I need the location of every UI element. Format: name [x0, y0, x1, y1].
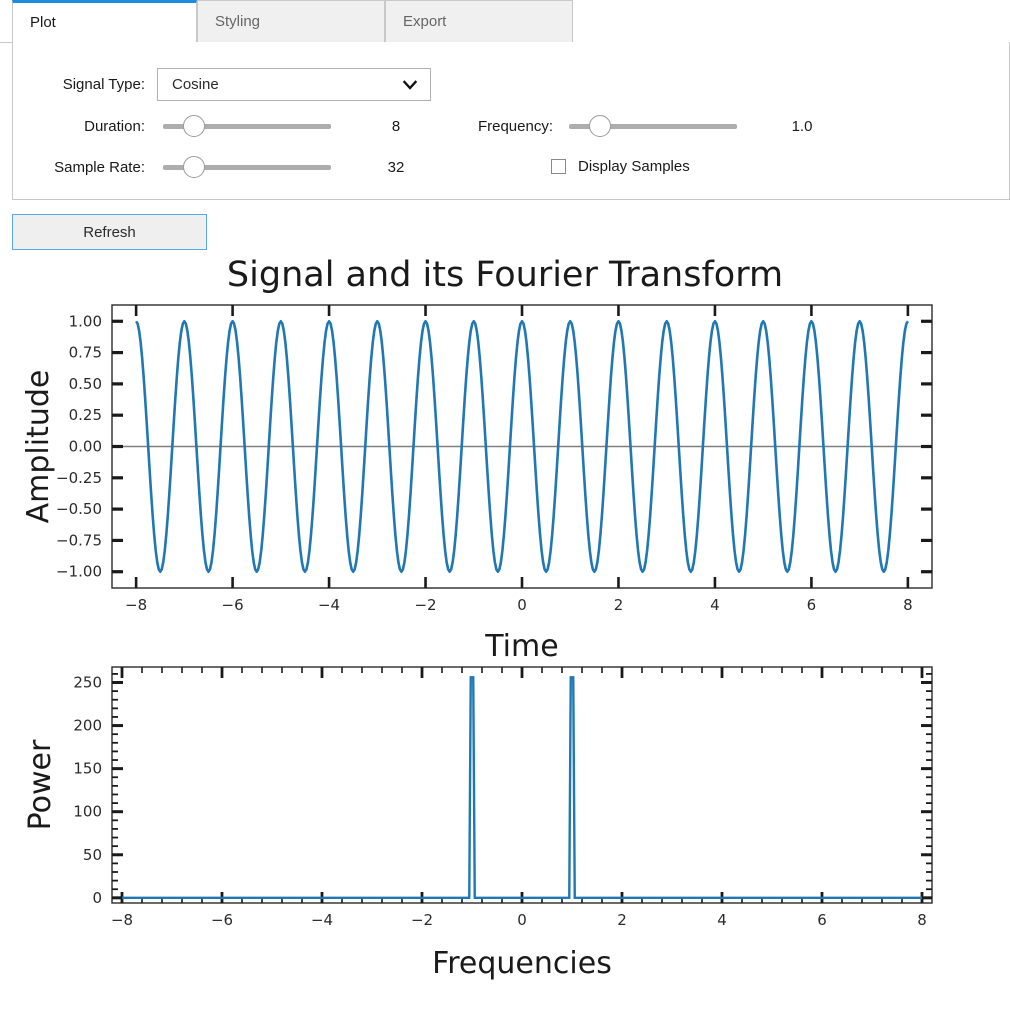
- svg-text:2: 2: [614, 596, 624, 614]
- tab-styling-label: Styling: [215, 13, 261, 30]
- svg-text:0: 0: [517, 596, 527, 614]
- refresh-button[interactable]: Refresh: [12, 214, 207, 250]
- signal-type-row: Signal Type: Cosine: [49, 68, 431, 101]
- svg-text:−4: −4: [311, 911, 333, 929]
- display-samples-checkbox[interactable]: Display Samples: [551, 158, 690, 175]
- tab-export-label: Export: [403, 13, 447, 30]
- refresh-button-label: Refresh: [83, 223, 136, 241]
- svg-text:−2: −2: [411, 911, 433, 929]
- figure-container: Signal and its Fourier Transform 1.00 0.7…: [0, 255, 1010, 1032]
- svg-text:250: 250: [73, 674, 102, 692]
- sample-rate-slider[interactable]: [163, 156, 331, 178]
- svg-text:4: 4: [717, 911, 727, 929]
- svg-text:8: 8: [917, 911, 927, 929]
- svg-text:0.50: 0.50: [69, 375, 102, 393]
- duration-slider[interactable]: [163, 115, 331, 137]
- checkbox-icon[interactable]: [551, 159, 566, 174]
- svg-text:−2: −2: [414, 596, 436, 614]
- sample-rate-slider-knob[interactable]: [183, 156, 206, 178]
- tab-export[interactable]: Export: [385, 0, 573, 42]
- svg-text:−0.25: −0.25: [56, 469, 102, 487]
- duration-row: Duration: 8: [49, 115, 419, 137]
- duration-label: Duration:: [84, 117, 145, 135]
- display-samples-label: Display Samples: [578, 158, 690, 175]
- tab-plot-label: Plot: [30, 14, 56, 31]
- svg-text:200: 200: [73, 717, 102, 735]
- svg-text:0.00: 0.00: [69, 438, 102, 456]
- svg-text:1.00: 1.00: [69, 312, 102, 330]
- svg-text:150: 150: [73, 760, 102, 778]
- svg-text:0: 0: [92, 889, 102, 907]
- power-xlabel: Frequencies: [432, 946, 612, 981]
- svg-text:−4: −4: [318, 596, 340, 614]
- svg-text:−8: −8: [125, 596, 147, 614]
- svg-text:8: 8: [903, 596, 913, 614]
- power-spectrum-chart: −8 −6 −4 −2 0 2 4 6 8 0 50 100 150 200 250 Power Frequen…: [23, 666, 933, 981]
- svg-text:0: 0: [517, 911, 527, 929]
- signal-type-select[interactable]: Cosine: [157, 68, 431, 101]
- svg-text:4: 4: [710, 596, 720, 614]
- controls-panel: Signal Type: Cosine Duration: 8 Frequenc…: [12, 42, 1010, 200]
- svg-text:0.75: 0.75: [69, 344, 102, 362]
- figure-title: Signal and its Fourier Transform: [226, 255, 784, 295]
- svg-text:−8: −8: [111, 911, 133, 929]
- signal-type-value: Cosine: [172, 76, 219, 93]
- duration-value: 8: [391, 117, 401, 135]
- svg-text:100: 100: [73, 803, 102, 821]
- app-root: Plot Styling Export Signal Type: Cosine …: [0, 0, 1010, 1032]
- svg-text:6: 6: [817, 911, 827, 929]
- duration-slider-knob[interactable]: [183, 115, 206, 137]
- svg-text:50: 50: [83, 846, 102, 864]
- power-line: [122, 676, 922, 900]
- tab-plot[interactable]: Plot: [12, 0, 197, 42]
- signal-type-label: Signal Type:: [62, 76, 145, 93]
- frequency-slider-knob[interactable]: [589, 115, 612, 137]
- chevron-down-icon: [402, 77, 418, 93]
- tab-styling[interactable]: Styling: [197, 0, 385, 42]
- svg-text:0.25: 0.25: [69, 406, 102, 424]
- sample-rate-value: 32: [387, 158, 405, 176]
- svg-text:−6: −6: [222, 596, 244, 614]
- sample-rate-label: Sample Rate:: [54, 158, 145, 176]
- power-ylabel: Power: [23, 739, 58, 830]
- power-plot-frame: [111, 666, 933, 904]
- svg-text:2: 2: [617, 911, 627, 929]
- signal-ylabel: Amplitude: [21, 370, 56, 524]
- svg-text:−0.75: −0.75: [56, 531, 102, 549]
- svg-text:−6: −6: [211, 911, 233, 929]
- svg-text:−0.50: −0.50: [56, 500, 102, 518]
- frequency-row: Frequency: 1.0: [453, 115, 825, 137]
- signal-chart: 1.00 0.75 0.50 0.25 0.00 −0.25 −0.50 −0.75 −1.00…: [21, 304, 933, 664]
- sample-rate-row: Sample Rate: 32: [49, 156, 419, 178]
- tab-bar: Plot Styling Export: [0, 0, 1010, 43]
- frequency-slider[interactable]: [569, 115, 737, 137]
- frequency-label: Frequency:: [477, 117, 553, 135]
- svg-text:6: 6: [807, 596, 817, 614]
- frequency-value: 1.0: [791, 117, 813, 135]
- svg-text:−1.00: −1.00: [56, 563, 102, 581]
